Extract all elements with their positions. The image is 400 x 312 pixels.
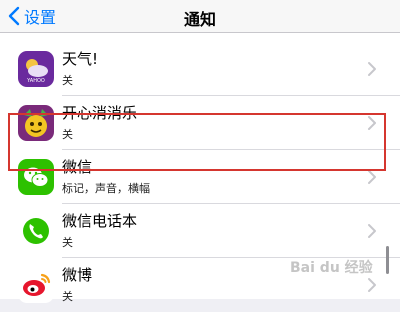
navigation-bar: 设置 通知	[0, 0, 400, 33]
wechat-app-icon	[18, 159, 54, 195]
list-item-wechat[interactable]: 微信 标记，声音，横幅	[0, 150, 400, 204]
chevron-right-icon	[367, 61, 377, 77]
notification-status: 关	[62, 128, 73, 141]
notification-status: 关	[62, 236, 73, 249]
notification-status: 关	[62, 290, 73, 303]
weibo-app-icon	[18, 267, 54, 303]
svg-text:YAHOO: YAHOO	[26, 78, 45, 84]
list-item-wechat-phonebook[interactable]: 微信电话本 关	[0, 204, 400, 258]
notification-status: 关	[62, 74, 73, 87]
list-top-stub	[0, 33, 400, 41]
app-name: 开心消消乐	[62, 104, 138, 122]
chevron-right-icon	[367, 169, 377, 185]
notification-status: 标记，声音，横幅	[62, 182, 150, 195]
chevron-right-icon	[367, 115, 377, 131]
page-title: 通知	[183, 10, 216, 29]
app-name: 天气!	[62, 50, 99, 68]
wechat-phonebook-icon	[18, 213, 54, 249]
chevron-right-icon	[367, 223, 377, 239]
app-name: 微博	[62, 266, 93, 284]
happy-match-game-icon	[18, 105, 54, 141]
app-name: 微信	[62, 158, 93, 176]
watermark: Bai du 经验	[290, 252, 398, 282]
list-item-weather[interactable]: YAHOO 天气! 关	[0, 42, 400, 96]
app-name: 微信电话本	[62, 212, 138, 230]
watermark-text: Bai du 经验	[290, 260, 373, 276]
list-item-happy-match[interactable]: 开心消消乐 关	[0, 96, 400, 150]
weather-app-icon: YAHOO	[18, 51, 54, 87]
